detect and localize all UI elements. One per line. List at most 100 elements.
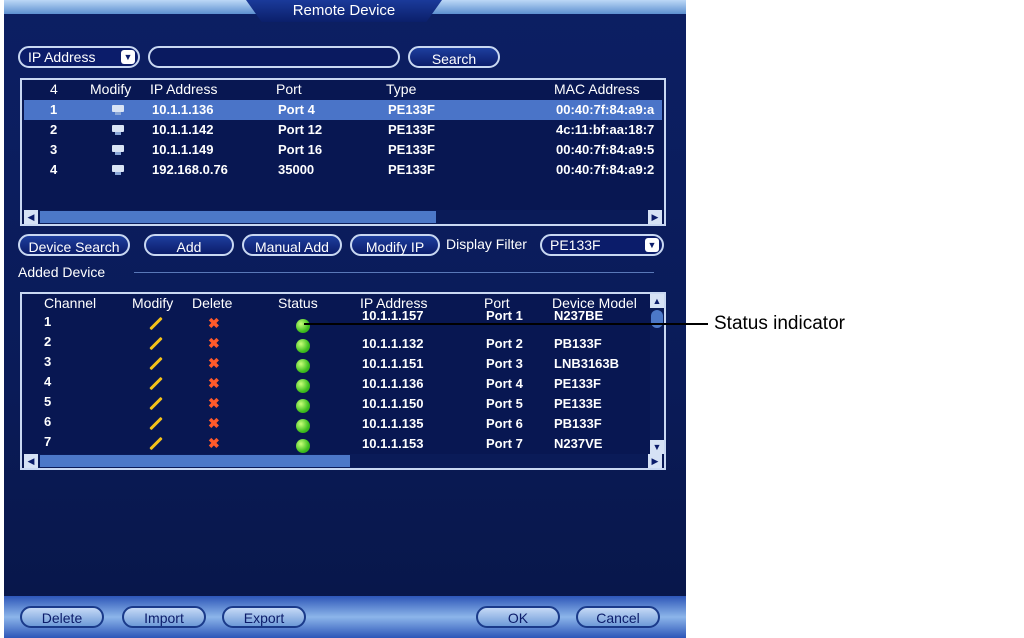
mac-address-cell: 00:40:7f:84:a9:2: [556, 162, 655, 177]
device-model-cell: LNB3163B: [554, 356, 620, 371]
ip-address-cell: 10.1.1.136: [362, 376, 424, 391]
column-header-type[interactable]: Type: [386, 81, 416, 97]
scrollbar-thumb[interactable]: [40, 211, 436, 223]
modify-device-icon[interactable]: [112, 125, 124, 135]
scrollbar-thumb[interactable]: [40, 455, 350, 467]
delete-x-icon[interactable]: ✖: [208, 355, 220, 372]
table-row[interactable]: 2 10.1.1.142 Port 12 PE133F 4c:11:bf:aa:…: [24, 120, 662, 140]
device-model-cell: PE133E: [554, 396, 602, 411]
manual-add-button[interactable]: Manual Add: [242, 234, 342, 256]
delete-x-icon[interactable]: ✖: [208, 335, 220, 352]
section-divider: [134, 272, 654, 273]
remote-device-panel: Remote Device IP Address ▼ Search 4 Modi…: [4, 0, 686, 638]
mac-address-cell: 00:40:7f:84:a9:5: [556, 142, 655, 157]
import-button[interactable]: Import: [122, 606, 206, 628]
port-cell: Port 2: [486, 336, 523, 351]
table-row[interactable]: 3 10.1.1.149 Port 16 PE133F 00:40:7f:84:…: [24, 140, 662, 160]
window-title: Remote Device: [246, 0, 442, 22]
delete-x-icon[interactable]: ✖: [208, 395, 220, 412]
display-filter-select[interactable]: PE133F ▼: [540, 234, 664, 256]
channel-cell: 3: [44, 354, 52, 369]
display-filter-label: Display Filter: [446, 236, 527, 252]
type-cell: PE133F: [388, 142, 435, 157]
modify-device-icon[interactable]: [112, 145, 124, 155]
port-cell: Port 4: [486, 376, 523, 391]
table-row[interactable]: 5 ✖ 10.1.1.150 Port 5 PE133E: [24, 394, 648, 414]
column-header-count: 4: [50, 81, 58, 97]
scroll-up-icon[interactable]: ▲: [650, 294, 664, 308]
pencil-icon[interactable]: [149, 316, 163, 331]
pencil-icon[interactable]: [149, 436, 163, 451]
type-cell: PE133F: [388, 122, 435, 137]
search-input[interactable]: [148, 46, 400, 68]
scroll-right-icon[interactable]: ▶: [648, 454, 662, 468]
modify-device-icon[interactable]: [112, 105, 124, 115]
horizontal-scrollbar[interactable]: ◀ ▶: [24, 210, 662, 224]
column-header-channel[interactable]: Channel: [44, 295, 96, 311]
column-header-delete[interactable]: Delete: [192, 295, 232, 311]
scroll-left-icon[interactable]: ◀: [24, 210, 38, 224]
horizontal-scrollbar[interactable]: ◀ ▶: [24, 454, 662, 468]
status-online-indicator: [296, 359, 310, 373]
ip-address-cell: 10.1.1.153: [362, 436, 424, 451]
ip-address-cell: 10.1.1.135: [362, 416, 424, 431]
column-header-ip-address[interactable]: IP Address: [150, 81, 217, 97]
ip-address-cell: 10.1.1.150: [362, 396, 424, 411]
filter-field-select[interactable]: IP Address ▼: [18, 46, 140, 68]
cancel-button[interactable]: Cancel: [576, 606, 660, 628]
column-header-port[interactable]: Port: [276, 81, 302, 97]
row-number: 2: [50, 122, 58, 137]
table-row[interactable]: 2 ✖ 10.1.1.132 Port 2 PB133F: [24, 334, 648, 354]
channel-cell: 4: [44, 374, 52, 389]
status-online-indicator: [296, 319, 310, 333]
column-header-mac-address[interactable]: MAC Address: [554, 81, 640, 97]
table-row[interactable]: 3 ✖ 10.1.1.151 Port 3 LNB3163B: [24, 354, 648, 374]
delete-button[interactable]: Delete: [20, 606, 104, 628]
ip-address-cell: 10.1.1.132: [362, 336, 424, 351]
column-header-modify[interactable]: Modify: [90, 81, 131, 97]
table-row[interactable]: 1 10.1.1.136 Port 4 PE133F 00:40:7f:84:a…: [24, 100, 662, 120]
scroll-right-icon[interactable]: ▶: [648, 210, 662, 224]
table-row[interactable]: 4 192.168.0.76 35000 PE133F 00:40:7f:84:…: [24, 160, 662, 180]
pencil-icon[interactable]: [149, 376, 163, 391]
pencil-icon[interactable]: [149, 416, 163, 431]
delete-x-icon[interactable]: ✖: [208, 375, 220, 392]
device-model-cell: PE133F: [554, 376, 601, 391]
row-number: 3: [50, 142, 58, 157]
search-button[interactable]: Search: [408, 46, 500, 68]
ip-address-cell: 10.1.1.149: [152, 142, 214, 157]
add-button[interactable]: Add: [144, 234, 234, 256]
scroll-down-icon[interactable]: ▼: [650, 440, 664, 454]
device-search-button[interactable]: Device Search: [18, 234, 130, 256]
filter-field-value: IP Address: [28, 49, 96, 65]
ok-button[interactable]: OK: [476, 606, 560, 628]
status-online-indicator: [296, 439, 310, 453]
ip-address-cell: 192.168.0.76: [152, 162, 228, 177]
ip-address-cell: 10.1.1.142: [152, 122, 214, 137]
mac-address-cell: 00:40:7f:84:a9:a: [556, 102, 655, 117]
device-model-cell: N237VE: [554, 436, 603, 451]
column-header-status[interactable]: Status: [278, 295, 318, 311]
table-row[interactable]: 7 ✖ 10.1.1.153 Port 7 N237VE: [24, 434, 648, 454]
delete-x-icon[interactable]: ✖: [208, 435, 220, 452]
table-row[interactable]: 4 ✖ 10.1.1.136 Port 4 PE133F: [24, 374, 648, 394]
channel-cell: 1: [44, 314, 52, 329]
channel-cell: 2: [44, 334, 52, 349]
scrollbar-thumb[interactable]: [651, 310, 663, 328]
channel-cell: 6: [44, 414, 52, 429]
device-model-cell: PB133F: [554, 336, 602, 351]
modify-ip-button[interactable]: Modify IP: [350, 234, 440, 256]
delete-x-icon[interactable]: ✖: [208, 415, 220, 432]
pencil-icon[interactable]: [149, 336, 163, 351]
column-header-modify[interactable]: Modify: [132, 295, 173, 311]
pencil-icon[interactable]: [149, 396, 163, 411]
pencil-icon[interactable]: [149, 356, 163, 371]
scroll-left-icon[interactable]: ◀: [24, 454, 38, 468]
export-button[interactable]: Export: [222, 606, 306, 628]
chevron-down-icon: ▼: [121, 50, 135, 64]
vertical-scrollbar[interactable]: ▲ ▼: [650, 294, 664, 454]
remote-device-table: 4 Modify IP Address Port Type MAC Addres…: [20, 78, 666, 226]
table-row[interactable]: 6 ✖ 10.1.1.135 Port 6 PB133F: [24, 414, 648, 434]
delete-x-icon[interactable]: ✖: [208, 315, 220, 332]
modify-device-icon[interactable]: [112, 165, 124, 175]
